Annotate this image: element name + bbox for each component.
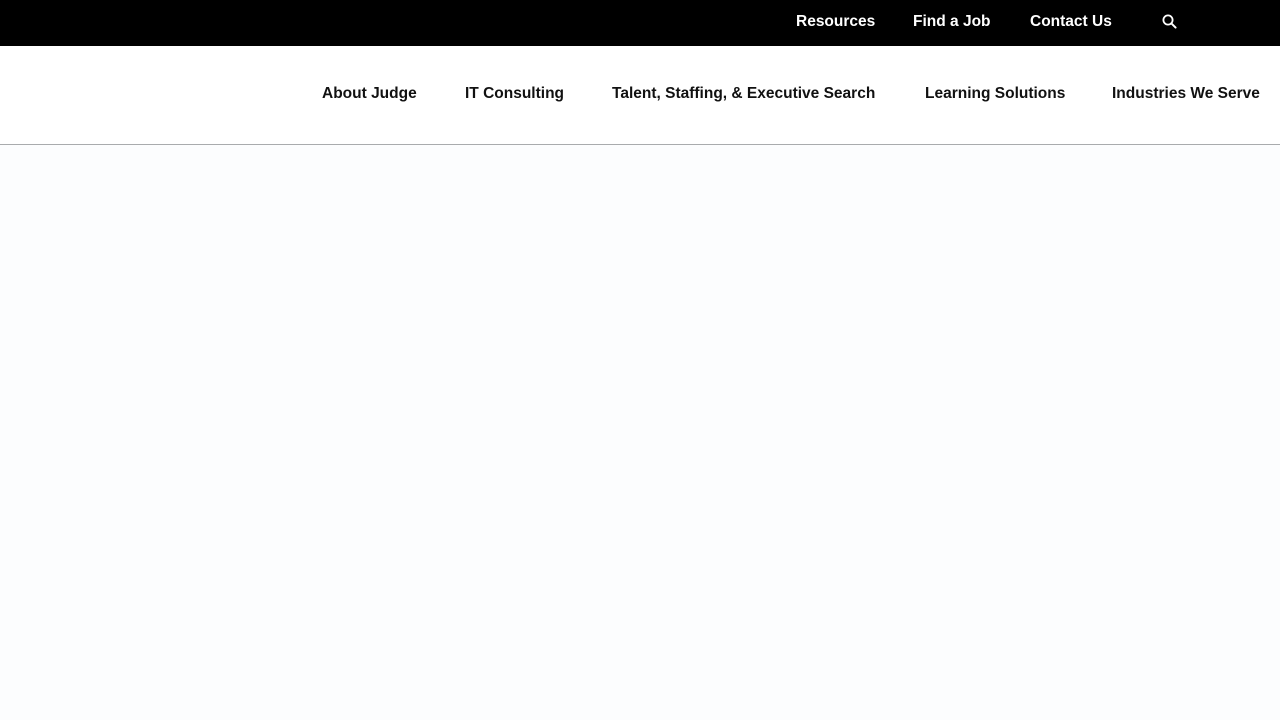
nav-item-it-consulting[interactable]: IT Consulting <box>465 46 564 142</box>
nav-item-learning-solutions[interactable]: Learning Solutions <box>925 46 1065 142</box>
main-nav: About Judge IT Consulting Talent, Staffi… <box>0 46 1280 145</box>
page-content <box>0 145 1280 720</box>
nav-item-industries-we-serve[interactable]: Industries We Serve <box>1112 46 1260 142</box>
utility-link-contact-us[interactable]: Contact Us <box>1030 0 1112 44</box>
nav-item-talent-staffing-executive-search[interactable]: Talent, Staffing, & Executive Search <box>612 46 875 142</box>
search-button[interactable] <box>1160 12 1180 32</box>
nav-item-about-judge[interactable]: About Judge <box>322 46 417 142</box>
utility-bar: Resources Find a Job Contact Us <box>0 0 1280 46</box>
utility-link-resources[interactable]: Resources <box>796 0 875 44</box>
search-icon <box>1162 14 1177 29</box>
utility-link-find-a-job[interactable]: Find a Job <box>913 0 991 44</box>
